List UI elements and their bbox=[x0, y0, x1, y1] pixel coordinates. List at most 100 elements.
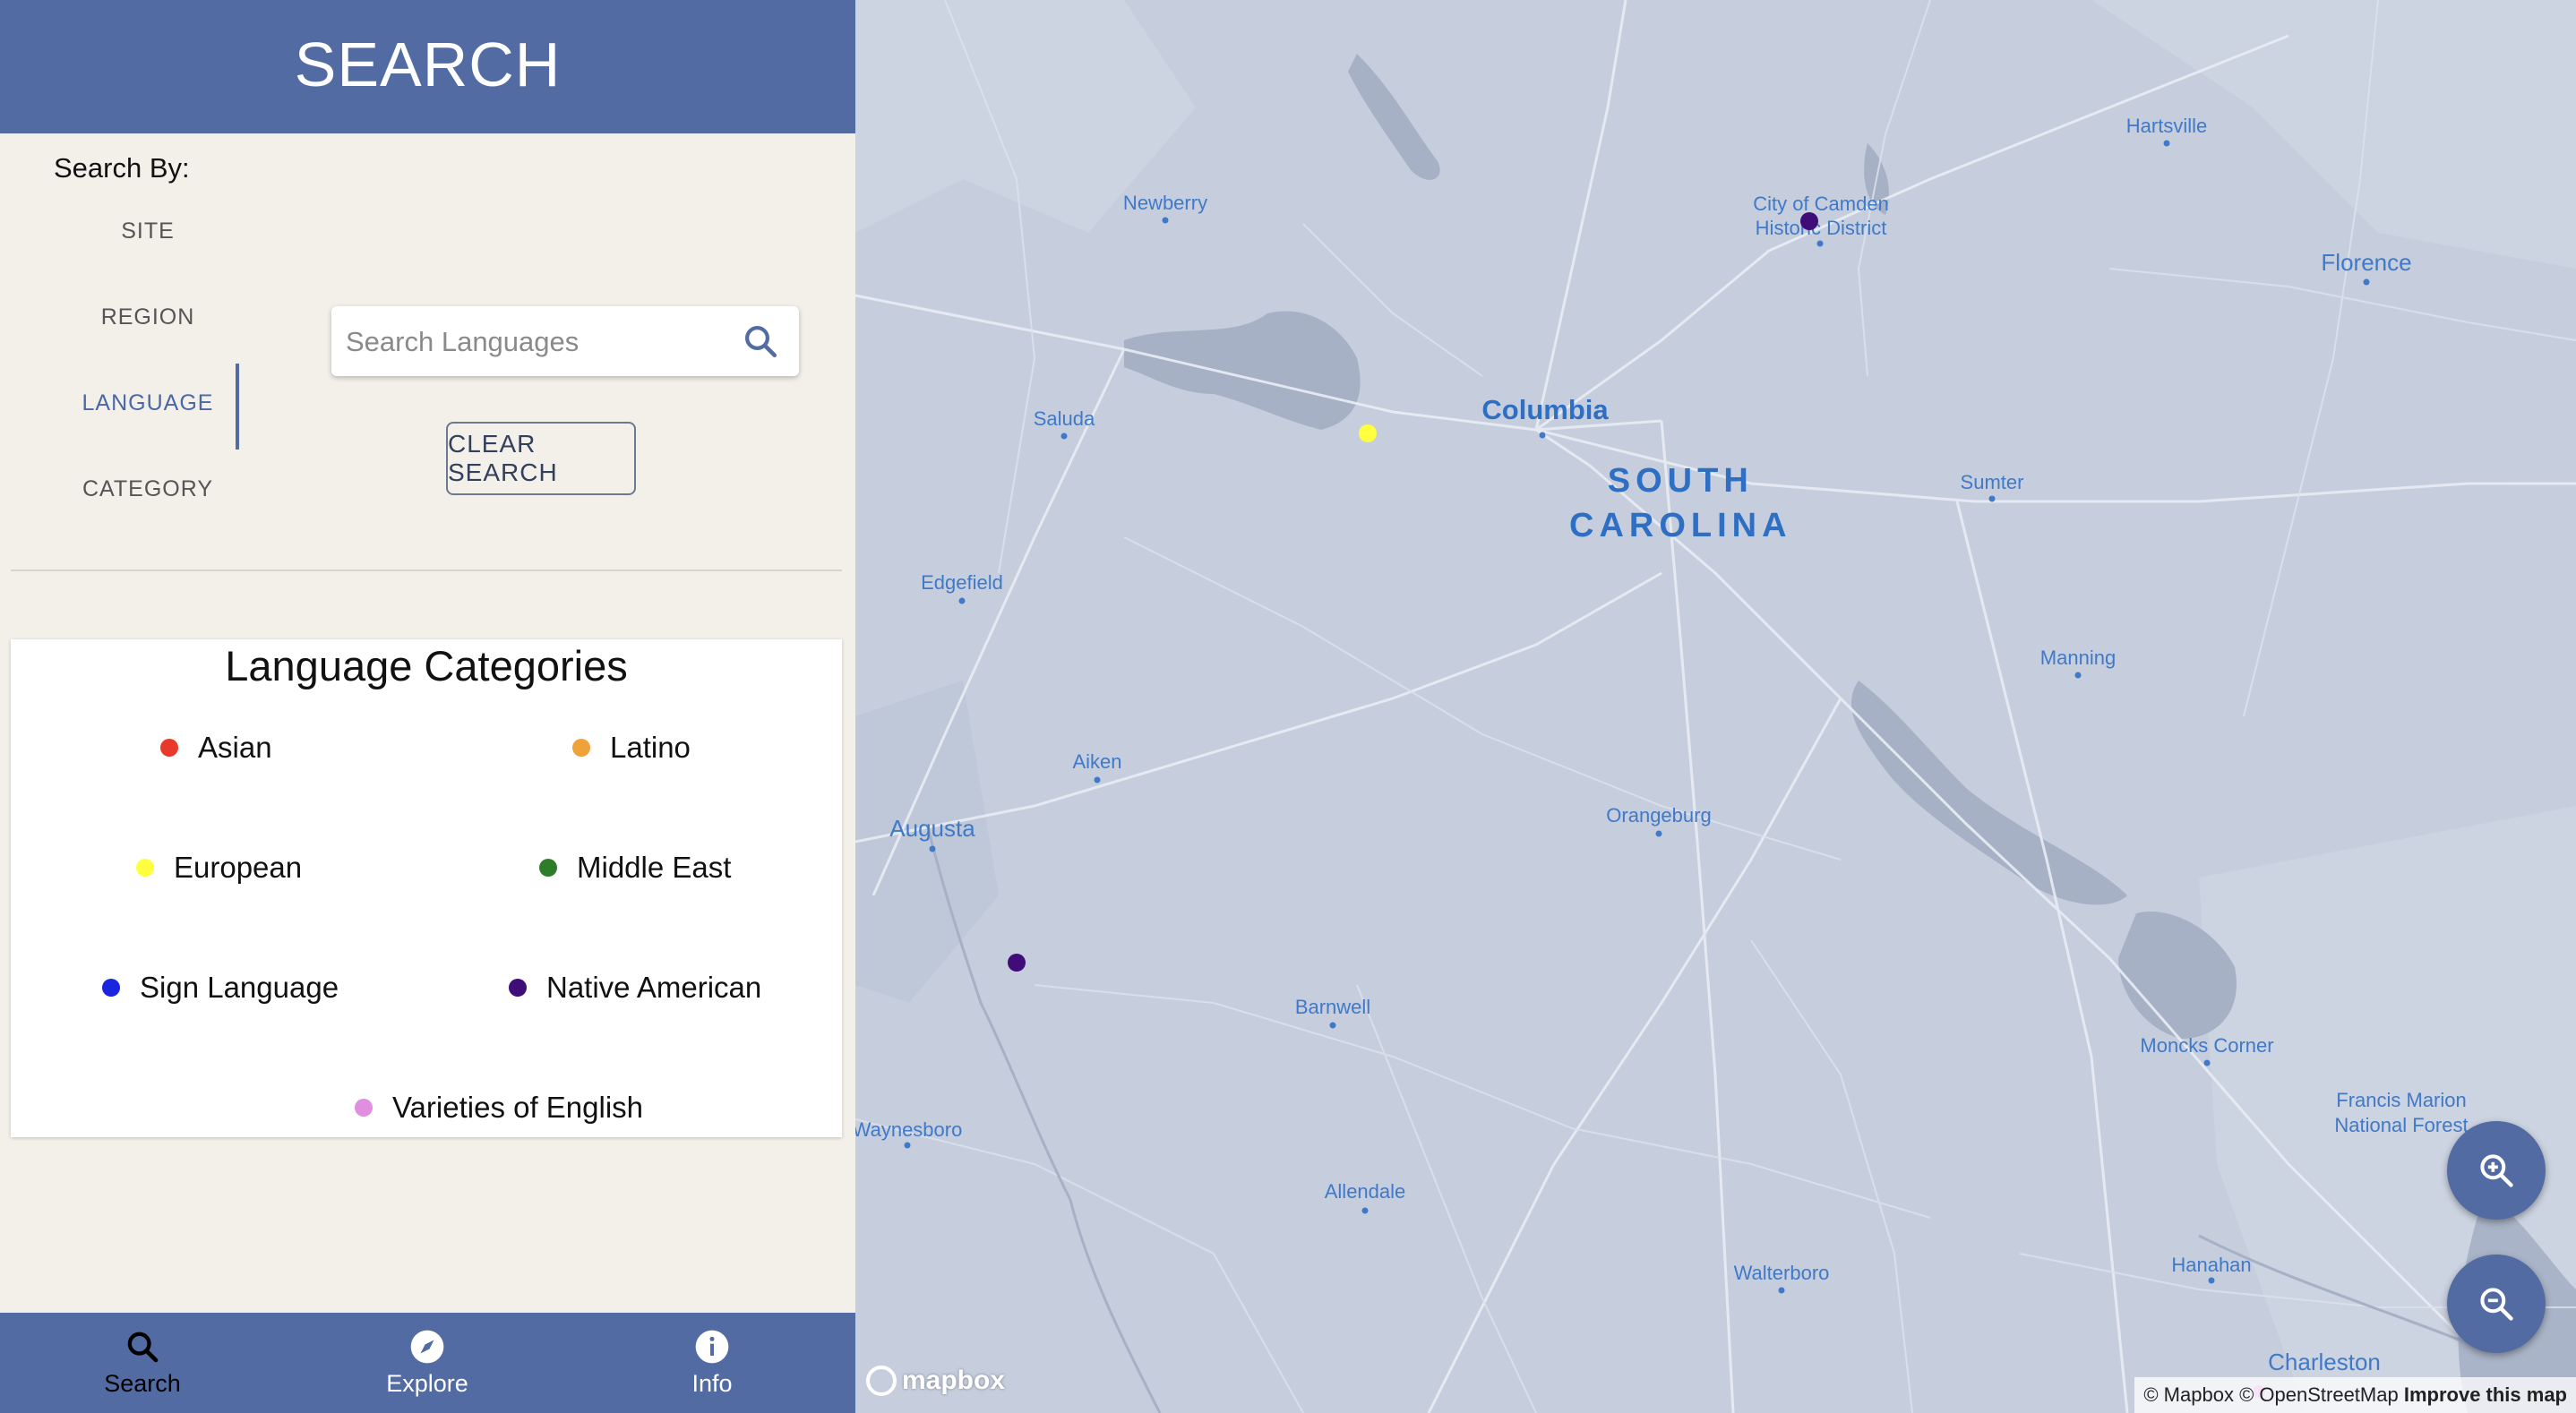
legend-dot-sign-language bbox=[102, 979, 120, 998]
map-place-dot bbox=[1655, 830, 1662, 837]
tab-language[interactable]: LANGUAGE bbox=[49, 390, 246, 416]
map-label-francis-marion-1: Francis Marion bbox=[2336, 1089, 2467, 1111]
mapbox-logo-icon bbox=[866, 1366, 897, 1396]
legend-label: Asian bbox=[198, 731, 272, 764]
nav-info[interactable]: Info bbox=[570, 1313, 854, 1413]
map-place-dot bbox=[2363, 278, 2370, 286]
nav-explore[interactable]: Explore bbox=[285, 1313, 570, 1413]
legend-label: Middle East bbox=[577, 851, 732, 884]
attribution-osm-link[interactable]: © OpenStreetMap bbox=[2239, 1383, 2399, 1406]
map-place-dot bbox=[2163, 140, 2170, 147]
map-label-augusta: Augusta bbox=[889, 815, 975, 842]
map-label-newberry: Newberry bbox=[1122, 192, 1208, 214]
map-place-dot bbox=[2203, 1059, 2211, 1066]
nav-label: Explore bbox=[386, 1370, 468, 1397]
legend-dot-asian bbox=[160, 739, 178, 758]
legend-item-sign-language: Sign Language bbox=[102, 970, 339, 1006]
legend-dot-varieties-of-english bbox=[355, 1099, 373, 1118]
map-place-dot bbox=[1094, 776, 1101, 784]
map-label-moncks-corner: Moncks Corner bbox=[2140, 1034, 2274, 1057]
map-label-walterboro: Walterboro bbox=[1733, 1262, 1830, 1284]
map-place-dot bbox=[1060, 432, 1068, 440]
map-place-dot bbox=[1162, 217, 1169, 224]
map-marker-european[interactable] bbox=[1359, 424, 1377, 442]
divider bbox=[11, 569, 842, 571]
zoom-in-icon bbox=[2480, 1154, 2513, 1187]
legend-item-european: European bbox=[136, 850, 302, 886]
improve-map-link[interactable]: Improve this map bbox=[2404, 1383, 2567, 1406]
nav-label: Search bbox=[104, 1370, 181, 1397]
mapbox-logo[interactable]: mapbox bbox=[866, 1363, 1005, 1399]
legend-item-asian: Asian bbox=[160, 730, 272, 766]
map-label-aiken: Aiken bbox=[1072, 750, 1122, 773]
legend-dot-middle-east bbox=[539, 859, 557, 878]
search-input[interactable] bbox=[344, 306, 733, 378]
tab-region[interactable]: REGION bbox=[49, 304, 246, 330]
map-label-state: SOUTH CAROLINA bbox=[1569, 462, 1792, 544]
search-box bbox=[331, 306, 799, 378]
map-label-orangeburg: Orangeburg bbox=[1606, 804, 1712, 826]
map-place-dot bbox=[1539, 432, 1546, 439]
info-icon bbox=[695, 1330, 729, 1364]
zoom-out-button[interactable] bbox=[2447, 1255, 2546, 1353]
legend-label: European bbox=[174, 851, 303, 884]
map-label-florence: Florence bbox=[2321, 249, 2412, 276]
mapbox-logo-text: mapbox bbox=[902, 1366, 1006, 1395]
legend-label: Latino bbox=[610, 731, 691, 764]
map-label-camden-2: Historic District bbox=[1755, 217, 1887, 239]
legend-item-latino: Latino bbox=[572, 730, 691, 766]
zoom-out-icon bbox=[2480, 1288, 2513, 1321]
map-marker-native-american[interactable] bbox=[1800, 212, 1818, 230]
map-basemap bbox=[855, 0, 2576, 1413]
page-title: SEARCH bbox=[294, 30, 562, 99]
map-place-dot bbox=[1361, 1207, 1369, 1214]
map-place-dot bbox=[2208, 1277, 2215, 1284]
map-label-hartsville: Hartsville bbox=[2125, 115, 2208, 137]
legend-label: Native American bbox=[546, 971, 762, 1004]
compass-icon bbox=[410, 1330, 444, 1364]
map-place-dot bbox=[1988, 495, 1996, 502]
map-label-columbia: Columbia bbox=[1481, 394, 1609, 425]
clear-search-button[interactable]: CLEAR SEARCH bbox=[446, 422, 636, 495]
map-label-allendale: Allendale bbox=[1324, 1180, 1406, 1203]
map[interactable]: Newberry Columbia SOUTH CAROLINA Saluda … bbox=[855, 0, 2576, 1413]
map-label-saluda: Saluda bbox=[1033, 407, 1095, 430]
legend-label: Varieties of English bbox=[392, 1091, 644, 1124]
map-label-sumter: Sumter bbox=[1960, 471, 2024, 493]
search-icon[interactable] bbox=[742, 322, 779, 360]
map-label-waynesboro: Waynesboro bbox=[855, 1118, 963, 1141]
map-label-hanahan: Hanahan bbox=[2171, 1254, 2252, 1276]
nav-search[interactable]: Search bbox=[0, 1313, 285, 1413]
bottom-nav: Search Explore Info bbox=[0, 1313, 855, 1413]
nav-label: Info bbox=[691, 1370, 733, 1397]
map-label-francis-marion-2: National Forest bbox=[2334, 1114, 2469, 1136]
search-panel: SEARCH Search By: SITE REGION LANGUAGE C… bbox=[0, 0, 855, 1413]
attribution-mapbox-link[interactable]: © Mapbox bbox=[2143, 1383, 2234, 1406]
legend-item-middle-east: Middle East bbox=[539, 850, 731, 886]
map-attribution: © Mapbox © OpenStreetMap Improve this ma… bbox=[2134, 1377, 2576, 1413]
panel-header: SEARCH bbox=[0, 0, 855, 133]
tab-category[interactable]: CATEGORY bbox=[49, 476, 246, 502]
zoom-in-button[interactable] bbox=[2447, 1121, 2546, 1220]
map-place-dot bbox=[1778, 1287, 1785, 1294]
map-label-manning: Manning bbox=[2039, 647, 2117, 669]
tab-site[interactable]: SITE bbox=[49, 218, 246, 244]
legend-dot-latino bbox=[572, 739, 590, 758]
legend-dot-native-american bbox=[509, 979, 527, 998]
legend-label: Sign Language bbox=[140, 971, 339, 1004]
map-place-dot bbox=[929, 845, 936, 852]
map-label-charleston: Charleston bbox=[2268, 1349, 2381, 1375]
legend-title: Language Categories bbox=[225, 642, 628, 689]
active-tab-indicator bbox=[236, 364, 239, 450]
map-place-dot bbox=[1816, 240, 1824, 247]
map-place-dot bbox=[958, 597, 966, 604]
map-label-edgefield: Edgefield bbox=[921, 571, 1003, 594]
map-marker-native-american[interactable] bbox=[1008, 954, 1026, 972]
map-place-dot bbox=[904, 1142, 911, 1149]
search-by-label: Search By: bbox=[54, 152, 190, 184]
map-place-dot bbox=[2074, 672, 2082, 679]
legend-item-native-american: Native American bbox=[509, 970, 761, 1006]
legend-dot-european bbox=[136, 859, 154, 878]
legend-card: Language Categories Asian Latino Europea… bbox=[11, 639, 842, 1137]
search-icon bbox=[127, 1332, 159, 1363]
